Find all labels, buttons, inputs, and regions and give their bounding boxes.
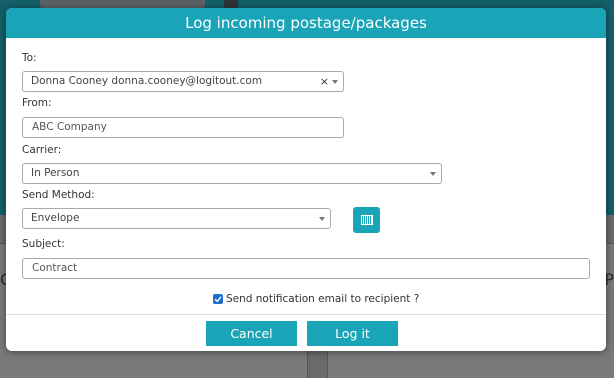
chevron-down-icon[interactable] bbox=[430, 172, 436, 176]
notify-option: Send notification email to recipient ? bbox=[213, 292, 419, 306]
check-icon bbox=[214, 296, 222, 303]
send-method-selected-value: Envelope bbox=[31, 212, 80, 224]
dialog-footer: Cancel Log it bbox=[6, 314, 606, 351]
to-label: To: bbox=[22, 52, 37, 64]
subject-label: Subject: bbox=[22, 238, 65, 250]
notify-checkbox[interactable] bbox=[213, 294, 223, 304]
dialog-body: To: Donna Cooney donna.cooney@logitout.c… bbox=[6, 38, 606, 314]
carrier-label: Carrier: bbox=[22, 144, 62, 156]
barcode-icon bbox=[360, 215, 373, 225]
carrier-select[interactable]: In Person bbox=[22, 163, 442, 184]
from-input[interactable]: ABC Company bbox=[22, 117, 344, 138]
subject-input[interactable]: Contract bbox=[22, 258, 590, 279]
cancel-button[interactable]: Cancel bbox=[206, 321, 297, 346]
from-label: From: bbox=[22, 97, 52, 109]
dialog-title: Log incoming postage/packages bbox=[6, 8, 606, 38]
send-method-select[interactable]: Envelope bbox=[22, 208, 331, 229]
from-placeholder: ABC Company bbox=[32, 121, 107, 133]
carrier-selected-value: In Person bbox=[31, 167, 80, 179]
log-it-button[interactable]: Log it bbox=[307, 321, 398, 346]
to-select[interactable]: Donna Cooney donna.cooney@logitout.com × bbox=[22, 71, 344, 92]
chevron-down-icon[interactable] bbox=[319, 217, 325, 221]
chevron-down-icon[interactable] bbox=[332, 80, 338, 84]
close-icon[interactable]: × bbox=[320, 72, 329, 91]
subject-placeholder: Contract bbox=[32, 262, 78, 274]
log-postage-dialog: Log incoming postage/packages To: Donna … bbox=[6, 8, 606, 351]
send-method-label: Send Method: bbox=[22, 189, 95, 201]
notify-label[interactable]: Send notification email to recipient ? bbox=[226, 293, 419, 305]
background-header-tab bbox=[40, 0, 205, 8]
to-selected-value: Donna Cooney donna.cooney@logitout.com bbox=[31, 75, 263, 87]
barcode-scan-button[interactable] bbox=[353, 207, 380, 233]
